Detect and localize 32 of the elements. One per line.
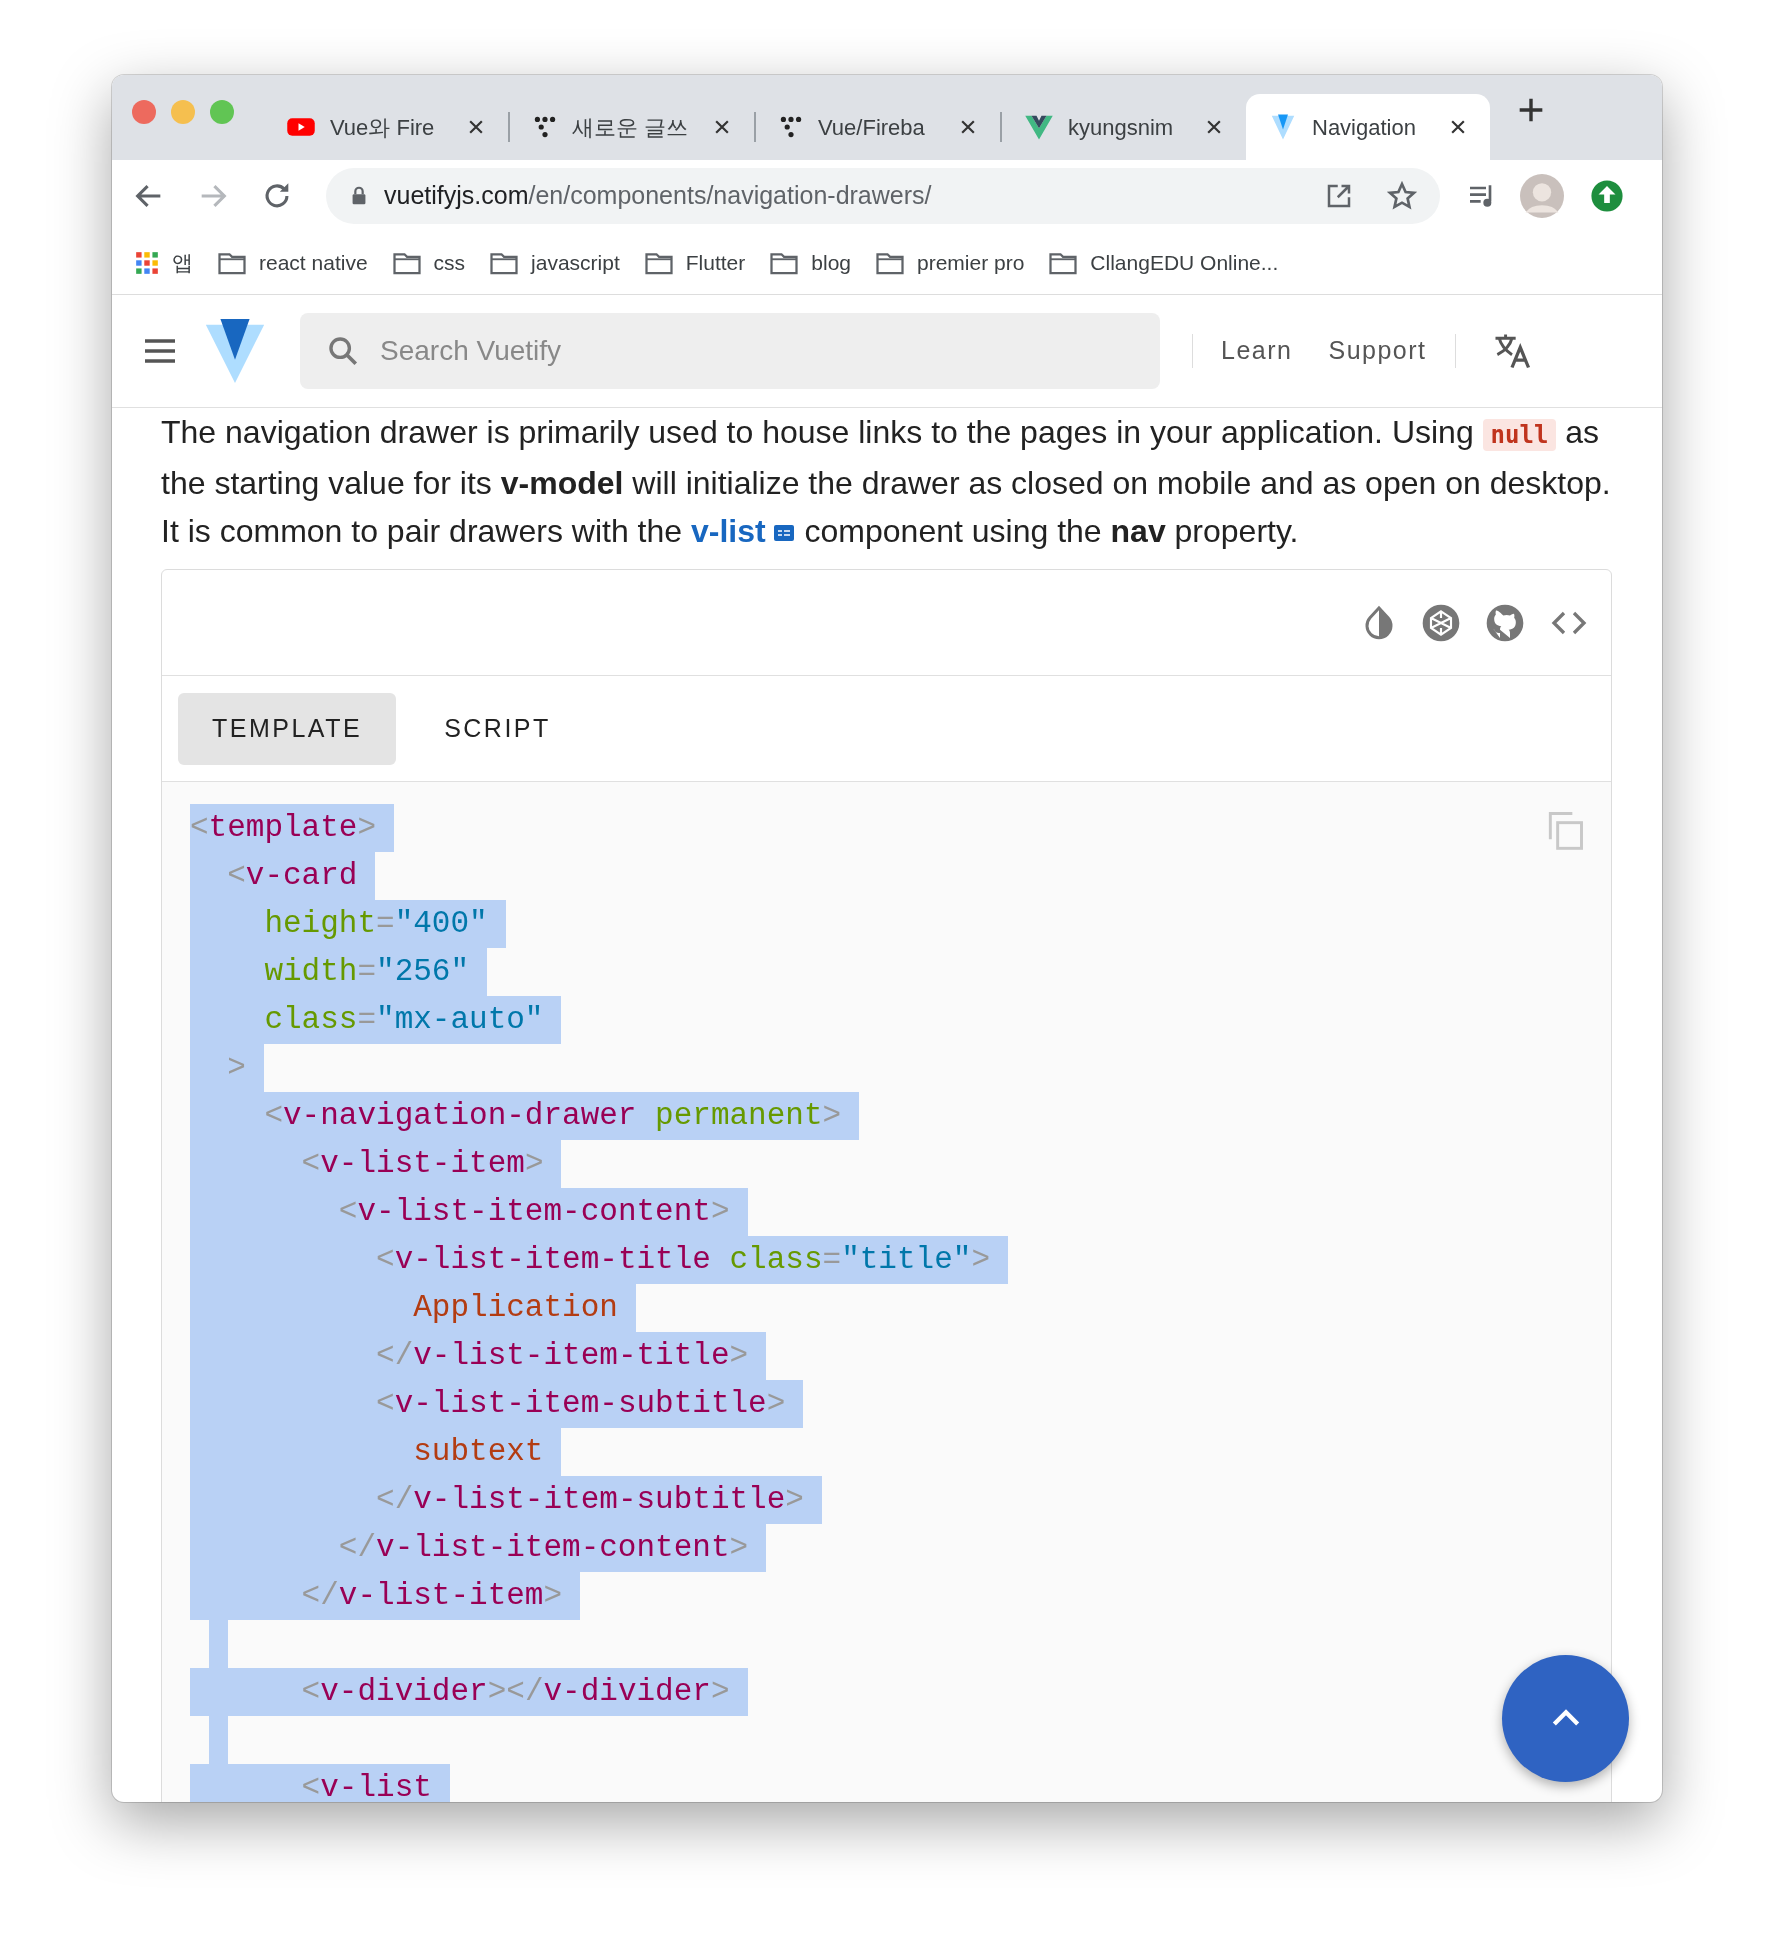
code-tab[interactable]: SCRIPT xyxy=(410,692,585,765)
bookmark[interactable]: CllangEDU Online... xyxy=(1048,247,1279,279)
bookmark[interactable]: 앱 xyxy=(134,247,193,279)
intro-paragraph: The navigation drawer is primarily used to house links to the pages in your application. Using null as the starting value for its v-model will initialize the drawer as closed on mobile and as open on desktop. It is common to pair drawers with the v-list component using the nav property. xyxy=(161,413,1612,551)
search-field[interactable]: Search Vuetify xyxy=(300,313,1160,389)
browser-tab[interactable]: Vue와 Fire xyxy=(264,94,508,160)
inline-code: null xyxy=(1482,419,1557,451)
component-link[interactable]: v-list xyxy=(690,513,766,549)
update-icon[interactable] xyxy=(1590,179,1624,213)
code-tab[interactable]: TEMPLATE xyxy=(178,692,397,765)
browser-tab[interactable]: 새로운 글쓰 xyxy=(510,94,754,160)
codepen-icon[interactable] xyxy=(1421,602,1461,643)
bookmark[interactable]: css xyxy=(391,247,466,279)
bookmark[interactable]: Flutter xyxy=(643,247,746,279)
dots-icon xyxy=(778,114,804,140)
browser-tab[interactable]: Navigation xyxy=(1246,94,1490,160)
address-bar[interactable]: vuetifyjs.com/en/components/navigation-drawers/ xyxy=(326,168,1440,224)
dots-icon xyxy=(532,114,558,140)
search-input[interactable]: Search Vuetify xyxy=(378,329,1134,373)
url-text: vuetifyjs.com/en/components/navigation-drawers/ xyxy=(384,180,933,212)
github-icon[interactable] xyxy=(1485,602,1525,643)
star-icon[interactable] xyxy=(1386,180,1418,212)
nav-link[interactable]: Support xyxy=(1320,328,1435,374)
nav-link[interactable]: Learn xyxy=(1213,328,1301,374)
bookmark[interactable]: react native xyxy=(217,247,368,279)
bookmark[interactable]: blog xyxy=(769,247,851,279)
browser-tab[interactable]: Vue/Fireba xyxy=(756,94,1000,160)
bookmark[interactable]: premier pro xyxy=(875,247,1025,279)
browser-tab[interactable]: kyungsnim xyxy=(1002,94,1246,160)
apps-grid-icon xyxy=(134,250,160,276)
bookmark[interactable]: javascript xyxy=(489,247,620,279)
search-icon xyxy=(326,334,360,368)
